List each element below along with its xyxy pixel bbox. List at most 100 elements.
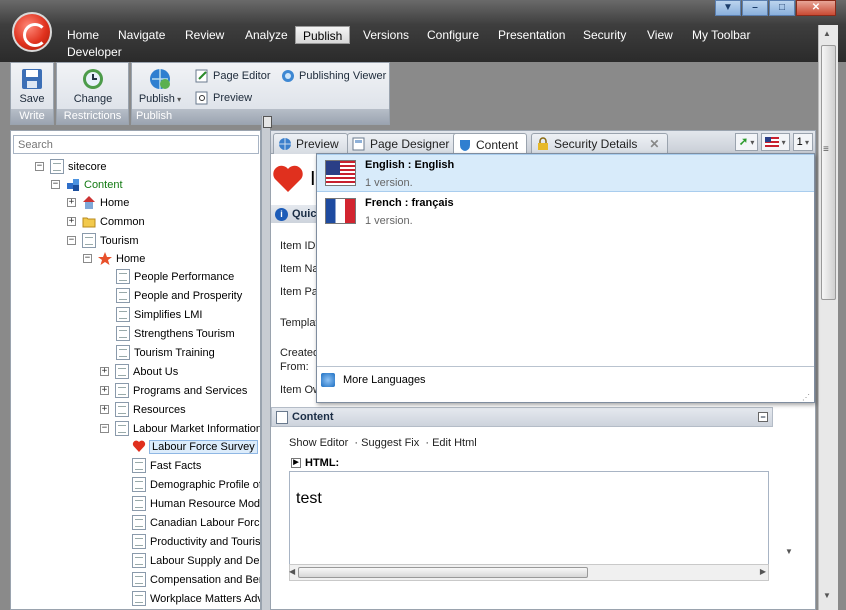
scroll-down-icon[interactable]: ▼ — [823, 591, 831, 600]
tree-node-people-prosperity[interactable]: People and Prosperity — [116, 287, 243, 304]
dropdown-icon[interactable]: ▼ — [715, 0, 741, 16]
expand-icon[interactable]: + — [100, 386, 109, 395]
tab-page-designer[interactable]: Page Designer — [347, 133, 459, 154]
inner-vertical-scrollbar[interactable]: ▼ — [782, 407, 799, 567]
field-label-item-id: Item ID — [280, 240, 316, 252]
menu-presentation[interactable]: Presentation — [491, 26, 572, 44]
tree-node-strengthens-tourism[interactable]: Strengthens Tourism — [116, 325, 236, 342]
collapse-icon[interactable]: − — [100, 424, 109, 433]
tree-node-people-performance[interactable]: People Performance — [116, 268, 235, 285]
publishing-viewer-icon — [282, 70, 294, 82]
html-field-label: ▶ HTML: — [291, 457, 339, 469]
minimize-icon[interactable]: – — [742, 0, 768, 16]
tab-content[interactable]: Content — [453, 133, 528, 155]
horizontal-scrollbar[interactable]: ◀ ▶ — [289, 564, 769, 581]
tree-node-compensation[interactable]: Compensation and Ber — [132, 571, 260, 588]
panel-splitter[interactable] — [261, 116, 272, 610]
html-field-value[interactable]: test — [289, 471, 769, 567]
document-icon — [132, 591, 146, 606]
menu-configure[interactable]: Configure — [420, 26, 486, 44]
show-editor-link[interactable]: Show Editor — [289, 437, 348, 449]
tree-node-programs-services[interactable]: + Programs and Services — [100, 382, 248, 399]
tree-node-fast-facts[interactable]: Fast Facts — [132, 457, 202, 474]
menu-home[interactable]: Home — [60, 26, 106, 44]
tree-node-tourism-training[interactable]: Tourism Training — [116, 344, 216, 361]
content-section-header[interactable]: Content − — [271, 407, 773, 427]
collapse-icon[interactable]: − — [83, 254, 92, 263]
scroll-right-icon[interactable]: ▶ — [760, 567, 766, 576]
document-icon — [116, 269, 130, 284]
tree-node-labour-market-info[interactable]: − Labour Market Information — [100, 420, 260, 437]
collapse-icon[interactable]: − — [51, 180, 60, 189]
window-vertical-scrollbar[interactable]: ▲ ≡ ▼ — [818, 25, 838, 610]
scroll-down-icon[interactable]: ▼ — [785, 547, 793, 556]
close-tab-icon[interactable]: ✕ — [649, 137, 659, 151]
menu-view[interactable]: View — [640, 26, 680, 44]
menu-developer[interactable]: Developer — [60, 43, 129, 61]
expand-icon[interactable]: + — [67, 198, 76, 207]
tree-node-tourism-home[interactable]: − Home — [83, 250, 146, 267]
publish-button[interactable]: Publish ▾ — [136, 67, 184, 105]
suggest-fix-link[interactable]: Suggest Fix — [361, 437, 419, 449]
tree-node-home[interactable]: + Home — [67, 194, 130, 211]
tree-node-tourism[interactable]: − Tourism — [67, 232, 140, 249]
menu-analyze[interactable]: Analyze — [238, 26, 295, 44]
navigate-arrow-button[interactable]: ➚ ▾ — [734, 133, 759, 151]
tree-node-labour-force-survey[interactable]: Labour Force Survey — [132, 438, 258, 455]
sitecore-logo-icon[interactable] — [12, 12, 52, 52]
tree-node-human-resource[interactable]: Human Resource Modu — [132, 495, 260, 512]
menu-security[interactable]: Security — [576, 26, 633, 44]
scrollbar-thumb[interactable] — [821, 45, 836, 300]
document-icon — [132, 515, 146, 530]
scroll-up-icon[interactable]: ▲ — [823, 29, 831, 38]
tree-node-common[interactable]: + Common — [67, 213, 146, 230]
document-icon — [116, 288, 130, 303]
maximize-icon[interactable]: □ — [769, 0, 795, 16]
language-button[interactable]: ▾ — [761, 133, 790, 151]
collapse-icon[interactable]: − — [35, 162, 44, 171]
change-restrictions-button[interactable]: Change — [62, 67, 124, 105]
expand-icon[interactable]: + — [100, 405, 109, 414]
collapse-section-icon[interactable]: − — [758, 412, 768, 422]
menu-navigate[interactable]: Navigate — [111, 26, 172, 44]
tree-node-content[interactable]: − Content — [51, 176, 124, 193]
document-icon — [115, 383, 129, 398]
language-option-french[interactable]: French : français 1 version. — [317, 193, 814, 231]
expand-arrow-icon[interactable]: ▶ — [291, 458, 301, 468]
scrollbar-thumb[interactable] — [298, 567, 588, 578]
expand-icon[interactable]: + — [67, 217, 76, 226]
tree-node-sitecore[interactable]: − sitecore — [35, 158, 108, 175]
menu-publish[interactable]: Publish — [295, 26, 351, 44]
tree-node-productivity[interactable]: Productivity and Touris — [132, 533, 260, 550]
editor-tabs: Preview Page Designer Content Security D… — [271, 131, 815, 155]
publishing-viewer-button[interactable]: Publishing Viewer — [281, 69, 386, 83]
resize-grip-icon[interactable]: ⋰ — [802, 393, 812, 402]
save-button[interactable]: Save — [15, 67, 49, 105]
more-languages-button[interactable]: More Languages — [317, 366, 814, 392]
menu-versions[interactable]: Versions — [356, 26, 416, 44]
preview-ribbon-button[interactable]: Preview — [195, 91, 252, 105]
page-editor-button[interactable]: Page Editor — [195, 69, 270, 83]
tree-node-resources[interactable]: + Resources — [100, 401, 187, 418]
edit-html-link[interactable]: Edit Html — [432, 437, 477, 449]
tree-node-canadian-labour[interactable]: Canadian Labour Force — [132, 514, 260, 531]
scroll-left-icon[interactable]: ◀ — [289, 567, 295, 576]
collapse-icon[interactable]: − — [67, 236, 76, 245]
content-actions: Show Editor · Suggest Fix · Edit Html — [289, 437, 477, 449]
menu-review[interactable]: Review — [178, 26, 231, 44]
tree-node-labour-supply[interactable]: Labour Supply and Der — [132, 552, 260, 569]
tab-security-details[interactable]: Security Details ✕ — [531, 133, 669, 154]
star-icon — [98, 251, 112, 266]
language-option-english[interactable]: English : English 1 version. — [317, 154, 814, 192]
tab-preview[interactable]: Preview — [273, 133, 348, 154]
version-selector[interactable]: 1 ▾ — [792, 133, 813, 151]
tree-node-workplace-matters[interactable]: Workplace Matters Adv — [132, 590, 260, 607]
tree-node-demographic-profile[interactable]: Demographic Profile of — [132, 476, 260, 493]
tree-search-input[interactable] — [13, 135, 259, 154]
folder-icon — [82, 214, 96, 229]
tree-node-about-us[interactable]: + About Us — [100, 363, 179, 380]
expand-icon[interactable]: + — [100, 367, 109, 376]
close-icon[interactable]: ✕ — [796, 0, 836, 16]
menu-my-toolbar[interactable]: My Toolbar — [685, 26, 757, 44]
tree-node-simplifies-lmi[interactable]: Simplifies LMI — [116, 306, 203, 323]
